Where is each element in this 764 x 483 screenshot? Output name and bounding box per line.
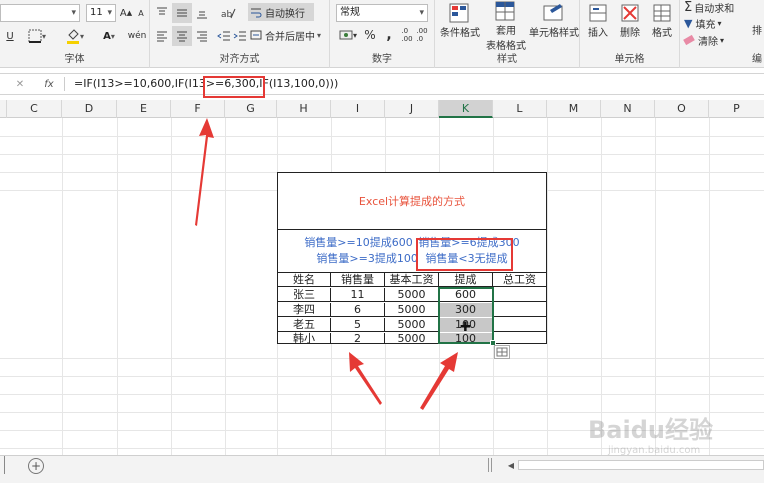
bottom-left-edge — [0, 456, 5, 474]
add-sheet-button[interactable]: + — [28, 458, 44, 474]
arrow-formula-icon — [195, 118, 214, 226]
scroll-left-button[interactable]: ◀ — [505, 458, 517, 472]
watermark: Baidu经验 jingyan.baidu.com — [588, 410, 728, 456]
tab-splitter[interactable] — [488, 458, 492, 472]
arrow-sales-icon — [349, 352, 382, 405]
watermark-brand: Baidu经验 — [588, 416, 713, 444]
arrow-commission-icon — [420, 352, 458, 410]
horizontal-scrollbar[interactable] — [518, 460, 764, 470]
sheet-tab-bar: + ◀ — [0, 455, 764, 483]
